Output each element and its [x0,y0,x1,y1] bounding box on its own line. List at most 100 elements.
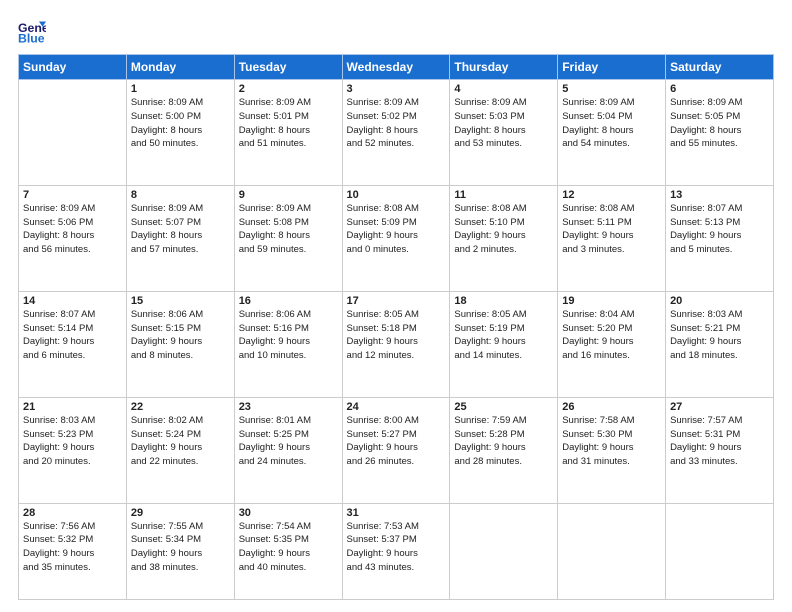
day-cell: 7Sunrise: 8:09 AM Sunset: 5:06 PM Daylig… [19,185,127,291]
day-cell: 4Sunrise: 8:09 AM Sunset: 5:03 PM Daylig… [450,80,558,186]
day-cell: 8Sunrise: 8:09 AM Sunset: 5:07 PM Daylig… [126,185,234,291]
day-info: Sunrise: 8:09 AM Sunset: 5:05 PM Dayligh… [670,96,769,151]
logo-icon: General Blue [18,18,46,46]
day-info: Sunrise: 8:03 AM Sunset: 5:23 PM Dayligh… [23,414,122,469]
day-info: Sunrise: 8:05 AM Sunset: 5:19 PM Dayligh… [454,308,553,363]
header-thursday: Thursday [450,55,558,80]
week-row-3: 14Sunrise: 8:07 AM Sunset: 5:14 PM Dayli… [19,291,774,397]
day-info: Sunrise: 8:09 AM Sunset: 5:08 PM Dayligh… [239,202,338,257]
day-cell [19,80,127,186]
day-number: 24 [347,401,446,413]
day-cell: 24Sunrise: 8:00 AM Sunset: 5:27 PM Dayli… [342,397,450,503]
day-cell: 5Sunrise: 8:09 AM Sunset: 5:04 PM Daylig… [558,80,666,186]
day-info: Sunrise: 8:07 AM Sunset: 5:13 PM Dayligh… [670,202,769,257]
day-number: 12 [562,189,661,201]
day-cell: 29Sunrise: 7:55 AM Sunset: 5:34 PM Dayli… [126,503,234,599]
day-info: Sunrise: 8:07 AM Sunset: 5:14 PM Dayligh… [23,308,122,363]
day-cell: 27Sunrise: 7:57 AM Sunset: 5:31 PM Dayli… [666,397,774,503]
day-number: 11 [454,189,553,201]
day-cell: 14Sunrise: 8:07 AM Sunset: 5:14 PM Dayli… [19,291,127,397]
day-number: 20 [670,295,769,307]
day-number: 26 [562,401,661,413]
week-row-5: 28Sunrise: 7:56 AM Sunset: 5:32 PM Dayli… [19,503,774,599]
day-info: Sunrise: 8:08 AM Sunset: 5:09 PM Dayligh… [347,202,446,257]
day-cell: 31Sunrise: 7:53 AM Sunset: 5:37 PM Dayli… [342,503,450,599]
day-info: Sunrise: 8:09 AM Sunset: 5:06 PM Dayligh… [23,202,122,257]
day-number: 28 [23,507,122,519]
week-row-2: 7Sunrise: 8:09 AM Sunset: 5:06 PM Daylig… [19,185,774,291]
day-info: Sunrise: 7:55 AM Sunset: 5:34 PM Dayligh… [131,520,230,575]
day-number: 22 [131,401,230,413]
day-number: 5 [562,83,661,95]
day-cell: 11Sunrise: 8:08 AM Sunset: 5:10 PM Dayli… [450,185,558,291]
day-cell: 10Sunrise: 8:08 AM Sunset: 5:09 PM Dayli… [342,185,450,291]
header-sunday: Sunday [19,55,127,80]
day-number: 21 [23,401,122,413]
day-number: 30 [239,507,338,519]
day-cell: 20Sunrise: 8:03 AM Sunset: 5:21 PM Dayli… [666,291,774,397]
day-cell: 19Sunrise: 8:04 AM Sunset: 5:20 PM Dayli… [558,291,666,397]
day-info: Sunrise: 8:00 AM Sunset: 5:27 PM Dayligh… [347,414,446,469]
day-cell [666,503,774,599]
day-cell: 12Sunrise: 8:08 AM Sunset: 5:11 PM Dayli… [558,185,666,291]
week-row-4: 21Sunrise: 8:03 AM Sunset: 5:23 PM Dayli… [19,397,774,503]
day-cell [558,503,666,599]
day-info: Sunrise: 8:09 AM Sunset: 5:01 PM Dayligh… [239,96,338,151]
day-number: 31 [347,507,446,519]
day-info: Sunrise: 8:08 AM Sunset: 5:10 PM Dayligh… [454,202,553,257]
day-number: 13 [670,189,769,201]
day-info: Sunrise: 7:57 AM Sunset: 5:31 PM Dayligh… [670,414,769,469]
day-cell: 9Sunrise: 8:09 AM Sunset: 5:08 PM Daylig… [234,185,342,291]
day-info: Sunrise: 8:08 AM Sunset: 5:11 PM Dayligh… [562,202,661,257]
day-info: Sunrise: 8:06 AM Sunset: 5:15 PM Dayligh… [131,308,230,363]
svg-text:Blue: Blue [18,32,45,46]
day-number: 17 [347,295,446,307]
day-info: Sunrise: 7:53 AM Sunset: 5:37 PM Dayligh… [347,520,446,575]
day-number: 4 [454,83,553,95]
day-cell: 22Sunrise: 8:02 AM Sunset: 5:24 PM Dayli… [126,397,234,503]
day-info: Sunrise: 8:06 AM Sunset: 5:16 PM Dayligh… [239,308,338,363]
day-number: 16 [239,295,338,307]
day-number: 14 [23,295,122,307]
day-number: 2 [239,83,338,95]
day-number: 9 [239,189,338,201]
day-info: Sunrise: 8:09 AM Sunset: 5:00 PM Dayligh… [131,96,230,151]
day-number: 3 [347,83,446,95]
day-info: Sunrise: 8:09 AM Sunset: 5:03 PM Dayligh… [454,96,553,151]
day-cell: 30Sunrise: 7:54 AM Sunset: 5:35 PM Dayli… [234,503,342,599]
day-info: Sunrise: 8:04 AM Sunset: 5:20 PM Dayligh… [562,308,661,363]
day-cell [450,503,558,599]
day-info: Sunrise: 8:09 AM Sunset: 5:02 PM Dayligh… [347,96,446,151]
day-number: 27 [670,401,769,413]
calendar-page: General Blue SundayMondayTuesdayWednesda… [0,0,792,612]
header-wednesday: Wednesday [342,55,450,80]
day-number: 18 [454,295,553,307]
day-info: Sunrise: 8:01 AM Sunset: 5:25 PM Dayligh… [239,414,338,469]
day-number: 10 [347,189,446,201]
day-cell: 1Sunrise: 8:09 AM Sunset: 5:00 PM Daylig… [126,80,234,186]
day-number: 23 [239,401,338,413]
week-row-1: 1Sunrise: 8:09 AM Sunset: 5:00 PM Daylig… [19,80,774,186]
day-cell: 23Sunrise: 8:01 AM Sunset: 5:25 PM Dayli… [234,397,342,503]
day-info: Sunrise: 7:56 AM Sunset: 5:32 PM Dayligh… [23,520,122,575]
day-cell: 21Sunrise: 8:03 AM Sunset: 5:23 PM Dayli… [19,397,127,503]
day-cell: 28Sunrise: 7:56 AM Sunset: 5:32 PM Dayli… [19,503,127,599]
logo: General Blue [18,18,50,46]
day-info: Sunrise: 8:03 AM Sunset: 5:21 PM Dayligh… [670,308,769,363]
day-number: 1 [131,83,230,95]
calendar-table: SundayMondayTuesdayWednesdayThursdayFrid… [18,54,774,600]
day-number: 19 [562,295,661,307]
day-info: Sunrise: 7:54 AM Sunset: 5:35 PM Dayligh… [239,520,338,575]
day-info: Sunrise: 8:09 AM Sunset: 5:07 PM Dayligh… [131,202,230,257]
day-number: 8 [131,189,230,201]
day-info: Sunrise: 8:02 AM Sunset: 5:24 PM Dayligh… [131,414,230,469]
day-cell: 17Sunrise: 8:05 AM Sunset: 5:18 PM Dayli… [342,291,450,397]
day-info: Sunrise: 8:05 AM Sunset: 5:18 PM Dayligh… [347,308,446,363]
day-cell: 15Sunrise: 8:06 AM Sunset: 5:15 PM Dayli… [126,291,234,397]
day-number: 6 [670,83,769,95]
day-info: Sunrise: 7:59 AM Sunset: 5:28 PM Dayligh… [454,414,553,469]
day-info: Sunrise: 7:58 AM Sunset: 5:30 PM Dayligh… [562,414,661,469]
header-monday: Monday [126,55,234,80]
day-cell: 25Sunrise: 7:59 AM Sunset: 5:28 PM Dayli… [450,397,558,503]
day-number: 15 [131,295,230,307]
